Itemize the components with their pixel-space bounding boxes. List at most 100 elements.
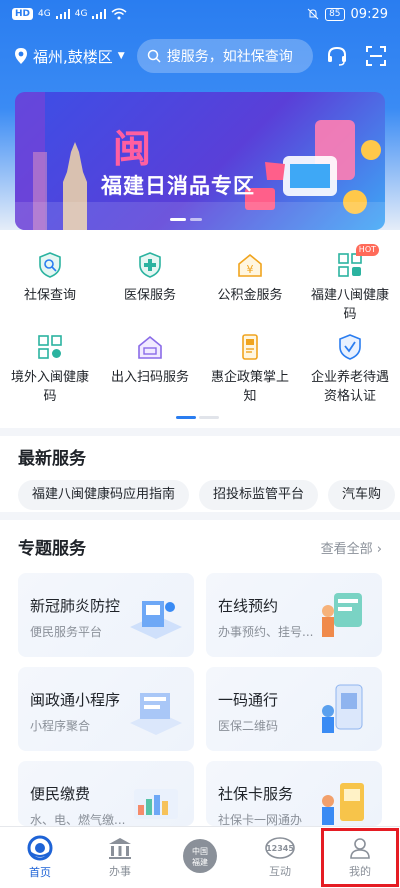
topic-card-booking[interactable]: 在线预约 办事预约、挂号... bbox=[206, 573, 382, 657]
passcode-illustration-icon bbox=[322, 684, 363, 733]
search-icon bbox=[147, 49, 161, 63]
topic-subtitle: 小程序聚合 bbox=[30, 719, 91, 733]
signal-bars-icon bbox=[55, 9, 70, 19]
service-label: 境外入闽健康码 bbox=[10, 370, 89, 404]
service-label: 福建八闽健康码 bbox=[310, 288, 389, 322]
qr-health-icon: HOT bbox=[335, 244, 379, 280]
payment-illustration-icon bbox=[134, 789, 178, 819]
qr-globe-icon bbox=[35, 332, 65, 362]
tab-label: 首页 bbox=[29, 866, 51, 879]
pager-dot bbox=[199, 416, 219, 419]
service-pension-verify[interactable]: 企业养老待遇资格认证 bbox=[300, 332, 400, 406]
signal-bars-2-icon bbox=[92, 9, 107, 19]
topic-subtitle: 社保卡一网通办 bbox=[218, 813, 303, 826]
covid-illustration-icon bbox=[130, 601, 182, 639]
service-label: 出入扫码服务 bbox=[110, 370, 189, 385]
tab-home[interactable]: 首页 bbox=[0, 827, 80, 888]
hot-badge: HOT bbox=[355, 244, 379, 256]
medical-shield-icon bbox=[135, 250, 165, 280]
shield-verify-icon bbox=[335, 332, 365, 362]
tab-interact[interactable]: 12345 互动 bbox=[240, 827, 320, 888]
chevron-right-icon: › bbox=[376, 542, 382, 557]
status-bar: HD 4G 4G 85 09:29 bbox=[0, 0, 400, 28]
topic-card-payment[interactable]: 便民缴费 水、电、燃气缴... bbox=[18, 761, 194, 826]
service-scan-entry[interactable]: 出入扫码服务 bbox=[100, 332, 200, 406]
pager-dot-active bbox=[176, 416, 196, 419]
view-all-link[interactable]: 查看全部 › bbox=[321, 538, 382, 557]
service-yibao[interactable]: 医保服务 bbox=[100, 250, 200, 324]
scan-icon[interactable] bbox=[366, 46, 386, 66]
service-label: 社保查询 bbox=[23, 288, 76, 303]
topic-card-passcode[interactable]: 一码通行 医保二维码 bbox=[206, 667, 382, 751]
topic-card-social-card[interactable]: 社保卡服务 社保卡一网通办 bbox=[206, 761, 382, 826]
location-pin-icon bbox=[15, 48, 27, 64]
pager-dot bbox=[190, 218, 202, 221]
topic-title: 在线预约 bbox=[218, 597, 279, 615]
topic-card-miniapp[interactable]: 闽政通小程序 小程序聚合 bbox=[18, 667, 194, 751]
booking-illustration-icon bbox=[322, 593, 362, 637]
service-gongjijin[interactable]: ¥ 公积金服务 bbox=[200, 250, 300, 324]
location-selector[interactable]: 福州,鼓楼区 ▼ bbox=[14, 46, 125, 67]
building-icon bbox=[109, 838, 131, 859]
service-policy[interactable]: 惠企政策掌上知 bbox=[200, 332, 300, 406]
signal-2: 4G bbox=[74, 9, 88, 19]
user-icon bbox=[350, 838, 370, 859]
services-card: 社保查询 医保服务 ¥ 公积金服务 HOT 福建八闽健康码 境外入闽健康码 出入… bbox=[0, 230, 400, 428]
section-title: 专题服务 bbox=[18, 539, 86, 559]
hotline-number: 12345 bbox=[266, 844, 294, 853]
latest-chip[interactable]: 招投标监管平台 bbox=[199, 480, 319, 510]
tab-label: 办事 bbox=[109, 865, 131, 878]
tab-services[interactable]: 办事 bbox=[80, 827, 160, 888]
home-eye-icon bbox=[27, 835, 53, 861]
miniapp-illustration-icon bbox=[130, 693, 182, 735]
topic-subtitle: 便民服务平台 bbox=[30, 625, 103, 639]
promo-banner[interactable]: 闽 福建日消品专区 bbox=[15, 92, 385, 230]
topic-subtitle: 办事预约、挂号... bbox=[218, 625, 314, 639]
banner-illustration bbox=[15, 92, 385, 230]
phone-policy-icon bbox=[235, 332, 265, 362]
svg-text:福建: 福建 bbox=[192, 857, 208, 867]
svg-text:¥: ¥ bbox=[247, 263, 254, 276]
service-label: 医保服务 bbox=[123, 288, 176, 303]
banner-pager bbox=[170, 218, 202, 221]
tab-me[interactable]: 我的 bbox=[320, 827, 400, 888]
top-bar: 福州,鼓楼区 ▼ 搜服务，如社保查询 bbox=[0, 36, 400, 76]
headset-icon[interactable] bbox=[326, 45, 348, 67]
grid-pager bbox=[176, 416, 219, 419]
topic-card-covid[interactable]: 新冠肺炎防控 便民服务平台 bbox=[18, 573, 194, 657]
pager-dot-active bbox=[170, 218, 186, 221]
network-badge: HD bbox=[12, 8, 34, 20]
social-card-illustration-icon bbox=[322, 783, 364, 825]
view-all-label: 查看全部 bbox=[320, 542, 373, 557]
svg-text:中国: 中国 bbox=[192, 846, 208, 856]
service-overseas-code[interactable]: 境外入闽健康码 bbox=[0, 332, 100, 406]
latest-chip[interactable]: 福建八闽健康码应用指南 bbox=[18, 480, 190, 510]
tab-label: 互动 bbox=[269, 865, 291, 878]
latest-services-section: 最新服务 福建八闽健康码应用指南 招投标监管平台 汽车购 bbox=[0, 428, 400, 512]
china-fujian-seal-icon: 中国福建 bbox=[183, 839, 217, 873]
house-scan-icon bbox=[135, 332, 165, 362]
latest-chip[interactable]: 汽车购 bbox=[328, 480, 396, 510]
topic-title: 新冠肺炎防控 bbox=[30, 597, 121, 615]
topic-title: 便民缴费 bbox=[30, 785, 91, 803]
topic-title: 社保卡服务 bbox=[218, 785, 294, 803]
yen-house-icon: ¥ bbox=[235, 250, 265, 280]
mute-bell-icon bbox=[307, 8, 319, 20]
service-label: 企业养老待遇资格认证 bbox=[310, 370, 389, 404]
hotline-12345-icon: 12345 bbox=[265, 837, 295, 859]
search-input[interactable]: 搜服务，如社保查询 bbox=[136, 39, 313, 73]
shield-search-icon bbox=[35, 250, 65, 280]
topic-subtitle: 水、电、燃气缴... bbox=[30, 813, 126, 826]
service-shebao[interactable]: 社保查询 bbox=[0, 250, 100, 324]
service-label: 公积金服务 bbox=[217, 288, 283, 303]
banner-title: 福建日消品专区 bbox=[101, 174, 255, 198]
banner-logo: 闽 bbox=[113, 126, 152, 171]
topic-title: 一码通行 bbox=[218, 691, 279, 709]
battery-level: 85 bbox=[325, 7, 345, 21]
topic-title: 闽政通小程序 bbox=[30, 691, 121, 709]
clock: 09:29 bbox=[350, 6, 388, 22]
tab-label: 我的 bbox=[349, 865, 371, 878]
service-health-code[interactable]: HOT 福建八闽健康码 bbox=[300, 244, 400, 324]
topic-subtitle: 医保二维码 bbox=[218, 719, 279, 733]
tab-fujian-seal[interactable]: 中国 福建 bbox=[160, 827, 240, 888]
